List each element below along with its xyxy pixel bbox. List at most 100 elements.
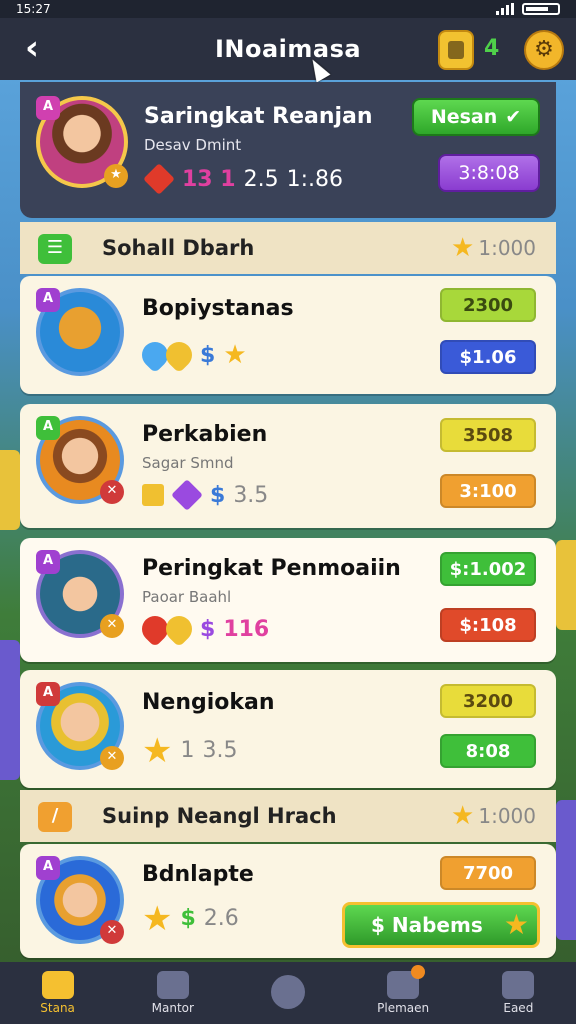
- profile-stat: 1:.86: [286, 166, 343, 192]
- gem-icon: [143, 163, 175, 195]
- buy-button[interactable]: $ Nabems ★: [342, 902, 540, 948]
- cross-badge-icon: ✕: [100, 480, 124, 504]
- row-stats: ★ 1 3.5: [142, 734, 238, 768]
- price-tag[interactable]: $:108: [440, 608, 536, 642]
- avatar: A ✕: [36, 416, 124, 504]
- building-icon: [156, 971, 189, 999]
- star-icon: ★: [223, 340, 247, 370]
- back-button[interactable]: ‹: [12, 28, 52, 68]
- list-icon: ☰: [38, 234, 72, 264]
- profile-card: A ★ Saringkat Reanjan Desav Dmint 13 1 2…: [20, 82, 556, 218]
- row-stats: ★ $ 2.6: [142, 898, 239, 939]
- page-title: INoaimasa: [214, 35, 362, 63]
- avatar: A: [36, 288, 124, 376]
- checkmark-icon: ✔: [505, 106, 522, 128]
- cross-badge-icon: ✕: [100, 920, 124, 944]
- section-header: ☰ Sohall Dbarh ★ 1:000: [20, 222, 556, 274]
- cross-badge-icon: ✕: [100, 614, 124, 638]
- row-stat: 1: [180, 738, 195, 763]
- profile-stats: 13 1 2.5 1:.86: [143, 163, 343, 195]
- section-title: Suinp Neangl Hrach: [102, 804, 337, 828]
- row-name: Nengiokan: [142, 690, 275, 715]
- rank-badge-icon: A: [36, 96, 60, 120]
- avatar: A ✕: [36, 682, 124, 770]
- price-tag[interactable]: 3:100: [440, 474, 536, 508]
- nav-center[interactable]: [240, 975, 336, 1011]
- dollar-icon: $: [200, 616, 216, 642]
- avatar[interactable]: A ★: [36, 96, 128, 188]
- section-header: / Suinp Neangl Hrach ★ 1:000: [20, 790, 556, 842]
- score-tag: 2300: [440, 288, 536, 322]
- timer-button[interactable]: 3:8:08: [438, 154, 540, 192]
- profile-stat: 13 1: [182, 166, 236, 192]
- rank-badge-icon: A: [36, 550, 60, 574]
- settings-icon[interactable]: ⚙: [524, 30, 564, 70]
- section-title: Sohall Dbarh: [102, 236, 255, 260]
- nav-label: Mantor: [151, 1001, 194, 1015]
- row-stat: 2.6: [203, 906, 239, 931]
- score-tag: 3508: [440, 418, 536, 452]
- star-icon: ★: [142, 898, 173, 939]
- status-time: 15:27: [16, 2, 51, 16]
- heart-icon: [160, 336, 198, 374]
- score-tag: 7700: [440, 856, 536, 890]
- row-name: Bopiystanas: [142, 296, 294, 321]
- nav-label: Plemaen: [377, 1001, 430, 1015]
- star-icon: ★: [503, 908, 529, 941]
- nav-home[interactable]: Stana: [10, 971, 106, 1015]
- profile-stat: 2.5: [243, 166, 279, 192]
- rank-badge-icon: A: [36, 416, 60, 440]
- status-icons: [496, 3, 560, 15]
- price-tag[interactable]: 8:08: [440, 734, 536, 768]
- nav-label: Eaed: [503, 1001, 534, 1015]
- nav-label: Stana: [40, 1001, 75, 1015]
- row-stats: $ 116: [136, 610, 269, 648]
- edit-icon: /: [38, 802, 72, 832]
- list-item[interactable]: A ✕ Peringkat Penmoaiin Paoar Baahl $ 11…: [20, 538, 556, 662]
- list-item[interactable]: A Bopiystanas $ ★ 2300 $1.06: [20, 276, 556, 394]
- avatar: A ✕: [36, 550, 124, 638]
- star-icon: ★: [451, 801, 475, 831]
- nav-eaed[interactable]: Eaed: [470, 971, 566, 1015]
- rank-badge-icon: A: [36, 682, 60, 706]
- profile-subtitle: Desav Dmint: [144, 136, 242, 154]
- chat-icon: [270, 975, 305, 1009]
- app-header: ‹ INoaimasa 4 ⚙: [0, 18, 576, 83]
- cross-badge-icon: ✕: [100, 746, 124, 770]
- bottom-nav: Stana Mantor Plemaen Eaed: [0, 962, 576, 1024]
- section-value-text: 1:000: [478, 804, 536, 828]
- rank-badge-icon: A: [36, 856, 60, 880]
- nav-mantor[interactable]: Mantor: [125, 971, 221, 1015]
- row-stat: 3.5: [202, 738, 238, 763]
- signal-icon: [496, 3, 514, 15]
- nesan-button[interactable]: Nesan ✔: [412, 98, 540, 136]
- score-tag: $:1.002: [440, 552, 536, 586]
- avatar: A ✕: [36, 856, 124, 944]
- dollar-icon: $: [180, 906, 196, 931]
- rank-badge-icon: A: [36, 288, 60, 312]
- section-value: ★ 1:000: [451, 235, 536, 261]
- coin-icon[interactable]: [438, 30, 474, 70]
- list-item[interactable]: A ✕ Nengiokan ★ 1 3.5 3200 8:08: [20, 670, 556, 788]
- message-icon: [387, 965, 426, 999]
- notification-dot: [411, 965, 426, 979]
- row-stats: $ ★: [136, 336, 247, 374]
- row-subtitle: Paoar Baahl: [142, 588, 232, 606]
- score-tag: 3200: [440, 684, 536, 718]
- bg-block: [0, 450, 20, 530]
- dollar-icon: $: [210, 482, 226, 508]
- profile-name: Saringkat Reanjan: [144, 104, 373, 129]
- list-item[interactable]: A ✕ Perkabien Sagar Smnd $ 3.5 3508 3:10…: [20, 404, 556, 528]
- section-value: ★ 1:000: [451, 801, 536, 831]
- row-subtitle: Sagar Smnd: [142, 454, 234, 472]
- status-bar: 15:27: [0, 0, 576, 18]
- section-value-text: 1:000: [478, 236, 536, 260]
- star-badge-icon: ★: [104, 164, 128, 188]
- buy-button-label: $ Nabems: [371, 913, 483, 937]
- nav-plemaen[interactable]: Plemaen: [355, 965, 451, 1015]
- price-tag[interactable]: $1.06: [440, 340, 536, 374]
- dollar-icon: $: [200, 342, 216, 368]
- row-name: Peringkat Penmoaiin: [142, 556, 401, 581]
- home-icon: [41, 971, 74, 999]
- bg-block: [556, 540, 576, 630]
